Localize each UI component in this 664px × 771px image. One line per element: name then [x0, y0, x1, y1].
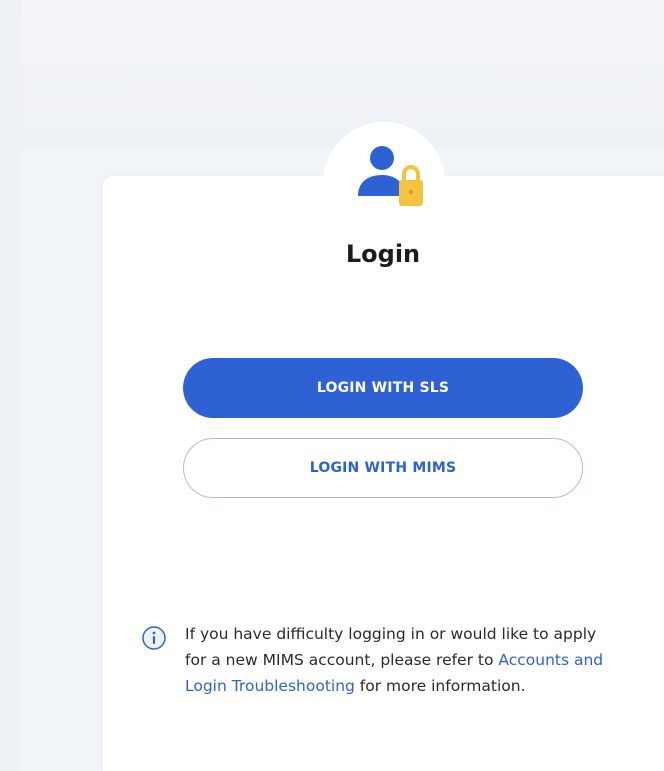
- page-header-area: [22, 0, 664, 150]
- login-with-sls-button[interactable]: LOGIN WITH SLS: [183, 358, 583, 418]
- page-left-edge: [0, 0, 22, 771]
- login-help-text: If you have difficulty logging in or wou…: [185, 621, 605, 699]
- help-text-outro: for more information.: [354, 677, 526, 695]
- page-title: Login: [345, 240, 421, 268]
- login-with-mims-button[interactable]: LOGIN WITH MIMS: [183, 438, 583, 498]
- info-icon: [142, 626, 166, 650]
- user-lock-icon: [358, 146, 423, 206]
